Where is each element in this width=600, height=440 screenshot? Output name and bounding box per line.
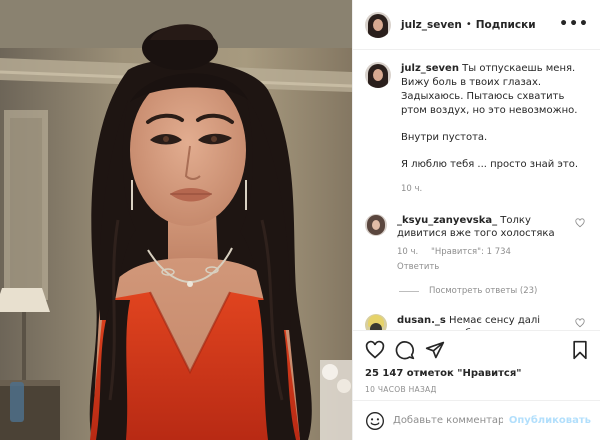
- publish-button[interactable]: Опубликовать: [509, 415, 591, 426]
- caption-time: 10 ч.: [401, 184, 423, 194]
- comment-heart-icon[interactable]: [575, 318, 585, 328]
- caption-username[interactable]: julz_seven: [401, 63, 459, 74]
- posted-time: 10 ЧАСОВ НАЗАД: [365, 385, 437, 394]
- comment-username[interactable]: dusan._s: [397, 315, 446, 326]
- author-avatar[interactable]: [365, 11, 391, 38]
- comment-item: dusan._s Немає сенсу далі дивитися як бу…: [365, 314, 589, 330]
- following-button[interactable]: Подписки: [476, 19, 536, 31]
- comment-time: 10 ч.: [397, 247, 419, 257]
- separator-dot: •: [465, 19, 472, 30]
- author-username[interactable]: julz_seven: [401, 19, 462, 31]
- commenter-avatar[interactable]: [365, 214, 387, 236]
- add-comment-bar: Опубликовать: [353, 400, 600, 440]
- caption-avatar[interactable]: [365, 62, 391, 88]
- replies-divider: [399, 290, 419, 292]
- emoji-icon[interactable]: [365, 411, 385, 431]
- comment-item: _ksyu_zanyevska_ Толку дивитися вже того…: [365, 214, 589, 274]
- view-replies-button[interactable]: Посмотреть ответы (23): [399, 286, 589, 296]
- comment-username[interactable]: _ksyu_zanyevska_: [397, 215, 497, 226]
- caption-text-3: Я люблю тебя ... просто знай это.: [401, 159, 579, 170]
- comment-heart-icon[interactable]: [575, 218, 585, 228]
- bottle: [10, 382, 24, 422]
- actions-bar: 25 147 отметок "Нравится" 10 ЧАСОВ НАЗАД: [353, 330, 600, 394]
- face: [130, 74, 246, 226]
- commenter-avatar[interactable]: [365, 314, 387, 330]
- post-panel: julz_seven • Подписки ••• julz_seven Ты …: [352, 0, 600, 440]
- reply-button[interactable]: Ответить: [397, 261, 567, 274]
- comments-section[interactable]: julz_seven Ты отпускаешь меня. Вижу боль…: [353, 50, 600, 330]
- paper-plane-icon[interactable]: [425, 340, 445, 360]
- caption: julz_seven Ты отпускаешь меня. Вижу боль…: [365, 62, 589, 196]
- heart-icon[interactable]: [365, 340, 385, 360]
- likes-count[interactable]: 25 147 отметок "Нравится": [365, 368, 589, 379]
- more-icon[interactable]: •••: [559, 16, 589, 32]
- caption-text-2: Внутри пустота.: [401, 132, 488, 143]
- post-photo-illustration: [0, 0, 352, 440]
- post-header: julz_seven • Подписки •••: [353, 0, 600, 50]
- bookmark-icon[interactable]: [571, 340, 589, 360]
- view-replies-label: Посмотреть ответы (23): [429, 286, 538, 296]
- comment-likes[interactable]: "Нравится": 1 734: [431, 247, 511, 257]
- post-photo[interactable]: [0, 0, 352, 440]
- comment-icon[interactable]: [395, 340, 415, 360]
- comment-input[interactable]: [393, 415, 503, 426]
